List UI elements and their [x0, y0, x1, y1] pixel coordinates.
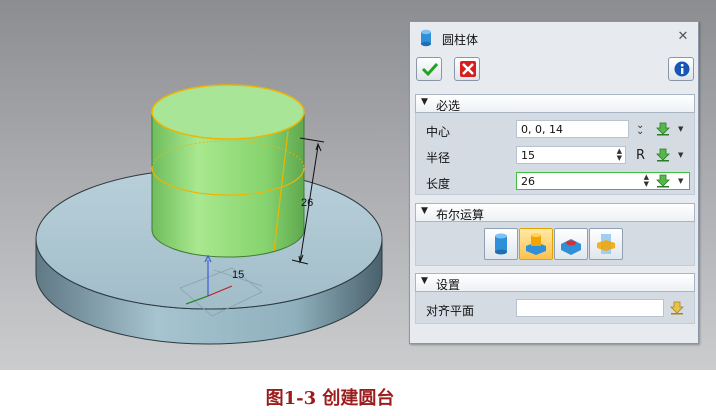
figure-caption: 图1-3 创建圆台: [265, 388, 395, 409]
check-icon: [421, 62, 439, 77]
cross-icon: [460, 61, 476, 77]
dropdown-arrow-icon[interactable]: ▼: [678, 125, 683, 133]
dialog-title: 圆柱体: [442, 33, 479, 47]
boolean-subtract-icon: [561, 239, 581, 255]
collapse-arrow-icon[interactable]: ▼: [421, 276, 428, 286]
cylinder-solid-icon: [495, 233, 507, 255]
section-settings-header[interactable]: ▼ 设置: [415, 273, 695, 292]
height-dimension-label: 26: [301, 197, 313, 209]
dropdown-arrow-icon[interactable]: ▼: [678, 177, 683, 185]
dropdown-arrow-icon[interactable]: ▼: [678, 151, 683, 159]
close-icon[interactable]: ✕: [676, 30, 690, 44]
section-required-header[interactable]: ▼ 必选: [415, 94, 695, 113]
info-icon: [674, 61, 690, 77]
boolean-intersect-button[interactable]: [589, 228, 623, 260]
spinner-icon[interactable]: ▲ ▼: [617, 148, 622, 162]
cylinder-icon: [421, 29, 431, 47]
cylinder-top[interactable]: [151, 84, 305, 140]
section-settings-body: 对齐平面: [415, 292, 695, 324]
help-button[interactable]: [668, 57, 694, 81]
boolean-subtract-button[interactable]: [554, 228, 588, 260]
boolean-intersect-icon: [597, 234, 615, 254]
ok-button[interactable]: [416, 57, 442, 81]
boolean-base-button[interactable]: [484, 228, 518, 260]
pick-point-icon[interactable]: [656, 148, 670, 162]
center-label: 中心: [426, 125, 451, 139]
boolean-add-icon: [526, 233, 546, 255]
pick-plane-icon[interactable]: [670, 301, 684, 315]
radius-mode-button[interactable]: R: [636, 148, 645, 163]
boolean-add-button[interactable]: [519, 228, 553, 260]
pick-point-icon[interactable]: [656, 122, 670, 136]
dialog-title-bar[interactable]: 圆柱体 ✕: [410, 22, 698, 52]
length-label: 长度: [426, 177, 451, 191]
section-required-body: 中心 0, 0, 14 ⌄ ⌄ ▼ 半径 15 ▲ ▼ R ▼ 长度 26 ▲ ▼ ▼: [415, 113, 695, 195]
align-plane-label: 对齐平面: [426, 304, 475, 318]
section-boolean-header[interactable]: ▼ 布尔运算: [415, 203, 695, 222]
collapse-arrow-icon[interactable]: ▼: [421, 97, 428, 107]
cylinder-dialog: 圆柱体 ✕ ▼ 必选 中心 0, 0, 14 ⌄ ⌄ ▼ 半径 15 ▲ ▼ R…: [409, 21, 699, 344]
center-field[interactable]: 0, 0, 14: [516, 120, 629, 138]
radius-field[interactable]: 15 ▲ ▼: [516, 146, 626, 164]
chevron-double-down-icon[interactable]: ⌄ ⌄: [636, 121, 644, 137]
spinner-icon[interactable]: ▲ ▼: [644, 174, 649, 188]
cancel-button[interactable]: [454, 57, 480, 81]
radius-label: 半径: [426, 151, 451, 165]
align-plane-field[interactable]: [516, 299, 664, 317]
radius-dimension-label: 15: [232, 269, 244, 281]
collapse-arrow-icon[interactable]: ▼: [421, 206, 428, 216]
pick-point-icon[interactable]: [656, 174, 670, 188]
